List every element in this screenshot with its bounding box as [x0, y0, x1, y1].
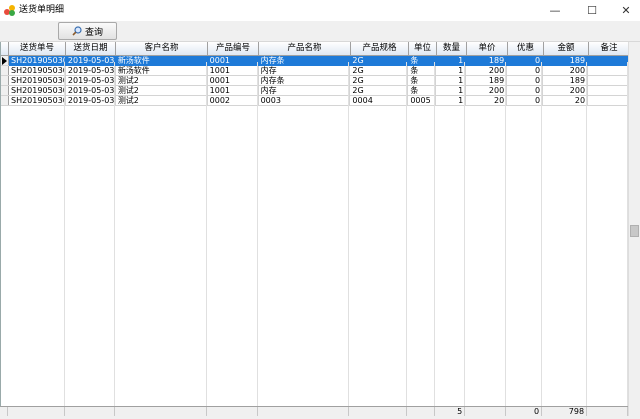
grid-column-line: [115, 62, 207, 406]
column-header-remark[interactable]: 备注: [589, 42, 630, 56]
close-icon: ✕: [621, 4, 631, 17]
grid-column-line: [8, 62, 65, 406]
grid-column-line: [465, 62, 507, 406]
grid-column-line: [542, 62, 588, 406]
maximize-button[interactable]: ☐: [575, 0, 609, 21]
column-header-spec[interactable]: 产品规格: [351, 42, 409, 56]
header-indicator-cell: [1, 42, 9, 55]
column-header-customer[interactable]: 客户名称: [116, 42, 208, 56]
grid-column-line: [207, 62, 258, 406]
column-header-product-name[interactable]: 产品名称: [259, 42, 351, 56]
grid-column-line: [349, 62, 408, 406]
current-row-arrow-icon: [2, 57, 7, 65]
query-button-label: 查询: [84, 27, 103, 38]
grid-column-line: [587, 62, 628, 406]
grid-empty-area: [8, 62, 628, 406]
title-bar: 送货单明细 — ☐ ✕: [0, 0, 640, 21]
column-header-unit[interactable]: 单位: [409, 42, 437, 56]
grid-header: 送货单号 送货日期 客户名称 产品编号 产品名称 产品规格 单位 数量 单价 优惠 金额 备注: [1, 42, 630, 56]
toolbar: 查询: [0, 21, 640, 42]
grid-column-line: [258, 62, 350, 406]
grid-footer-totals: 5 0 798: [0, 406, 628, 417]
column-header-qty[interactable]: 数量: [437, 42, 467, 56]
scrollbar-thumb[interactable]: [630, 225, 639, 237]
magnifier-icon: [72, 26, 82, 36]
grid-column-line: [65, 62, 115, 406]
window-title: 送货单明细: [19, 5, 65, 15]
grid-column-line: [435, 62, 466, 406]
grid-column-line: [506, 62, 543, 406]
vertical-scrollbar[interactable]: [628, 42, 640, 416]
column-header-product-code[interactable]: 产品编号: [208, 42, 259, 56]
close-button[interactable]: ✕: [609, 0, 640, 21]
column-header-amount[interactable]: 金额: [544, 42, 589, 56]
app-icon: [4, 5, 15, 16]
query-button[interactable]: 查询: [58, 22, 117, 40]
minimize-icon: —: [549, 4, 561, 17]
maximize-icon: ☐: [587, 4, 597, 17]
column-header-discount[interactable]: 优惠: [508, 42, 544, 56]
column-header-date[interactable]: 送货日期: [66, 42, 116, 56]
column-header-price[interactable]: 单价: [467, 42, 508, 56]
minimize-button[interactable]: —: [538, 0, 572, 21]
column-header-order-no[interactable]: 送货单号: [9, 42, 66, 56]
grid-column-line: [407, 62, 436, 406]
